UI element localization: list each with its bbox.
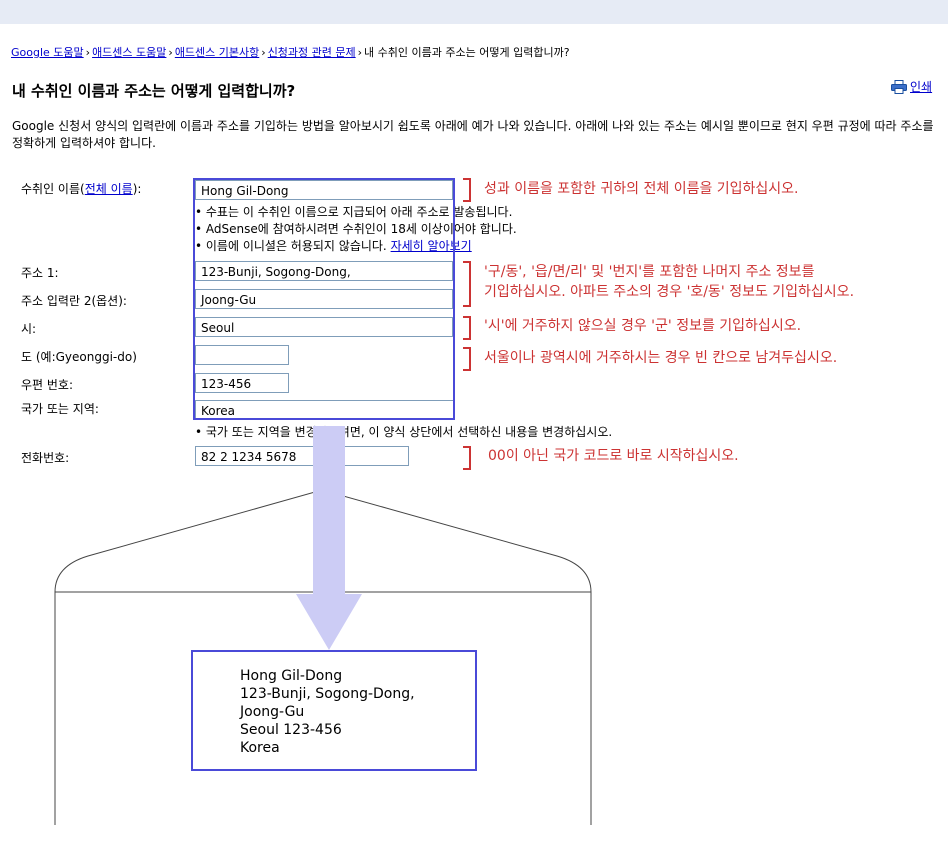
envelope-illustration — [54, 426, 592, 825]
envelope-address: Hong Gil-Dong 123-Bunji, Sogong-Dong, Jo… — [240, 668, 415, 756]
down-arrow-icon — [296, 426, 362, 650]
